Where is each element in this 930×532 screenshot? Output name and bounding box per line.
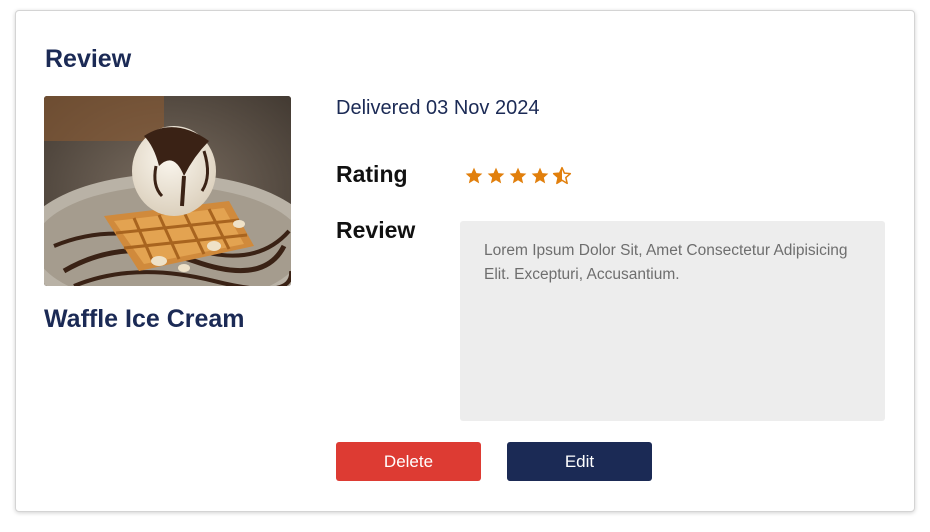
review-label: Review bbox=[336, 217, 416, 243]
review-card: Review Waffle Ice Cream Delivered 03 Nov… bbox=[15, 10, 915, 512]
food-name: Waffle Ice Cream bbox=[44, 305, 245, 333]
rating-label: Rating bbox=[336, 161, 408, 187]
delivery-date: Delivered 03 Nov 2024 bbox=[336, 97, 540, 119]
delete-button[interactable]: Delete bbox=[336, 442, 481, 481]
star-icon bbox=[531, 167, 549, 184]
star-icon bbox=[509, 167, 527, 184]
star-rating bbox=[464, 166, 572, 186]
review-text: Lorem Ipsum Dolor Sit, Amet Consectetur … bbox=[460, 221, 885, 421]
star-icon bbox=[465, 167, 483, 184]
food-image bbox=[44, 96, 291, 286]
star-icon bbox=[487, 167, 505, 184]
page-title: Review bbox=[45, 45, 132, 73]
star-half-icon bbox=[552, 166, 572, 185]
edit-button[interactable]: Edit bbox=[507, 442, 652, 481]
